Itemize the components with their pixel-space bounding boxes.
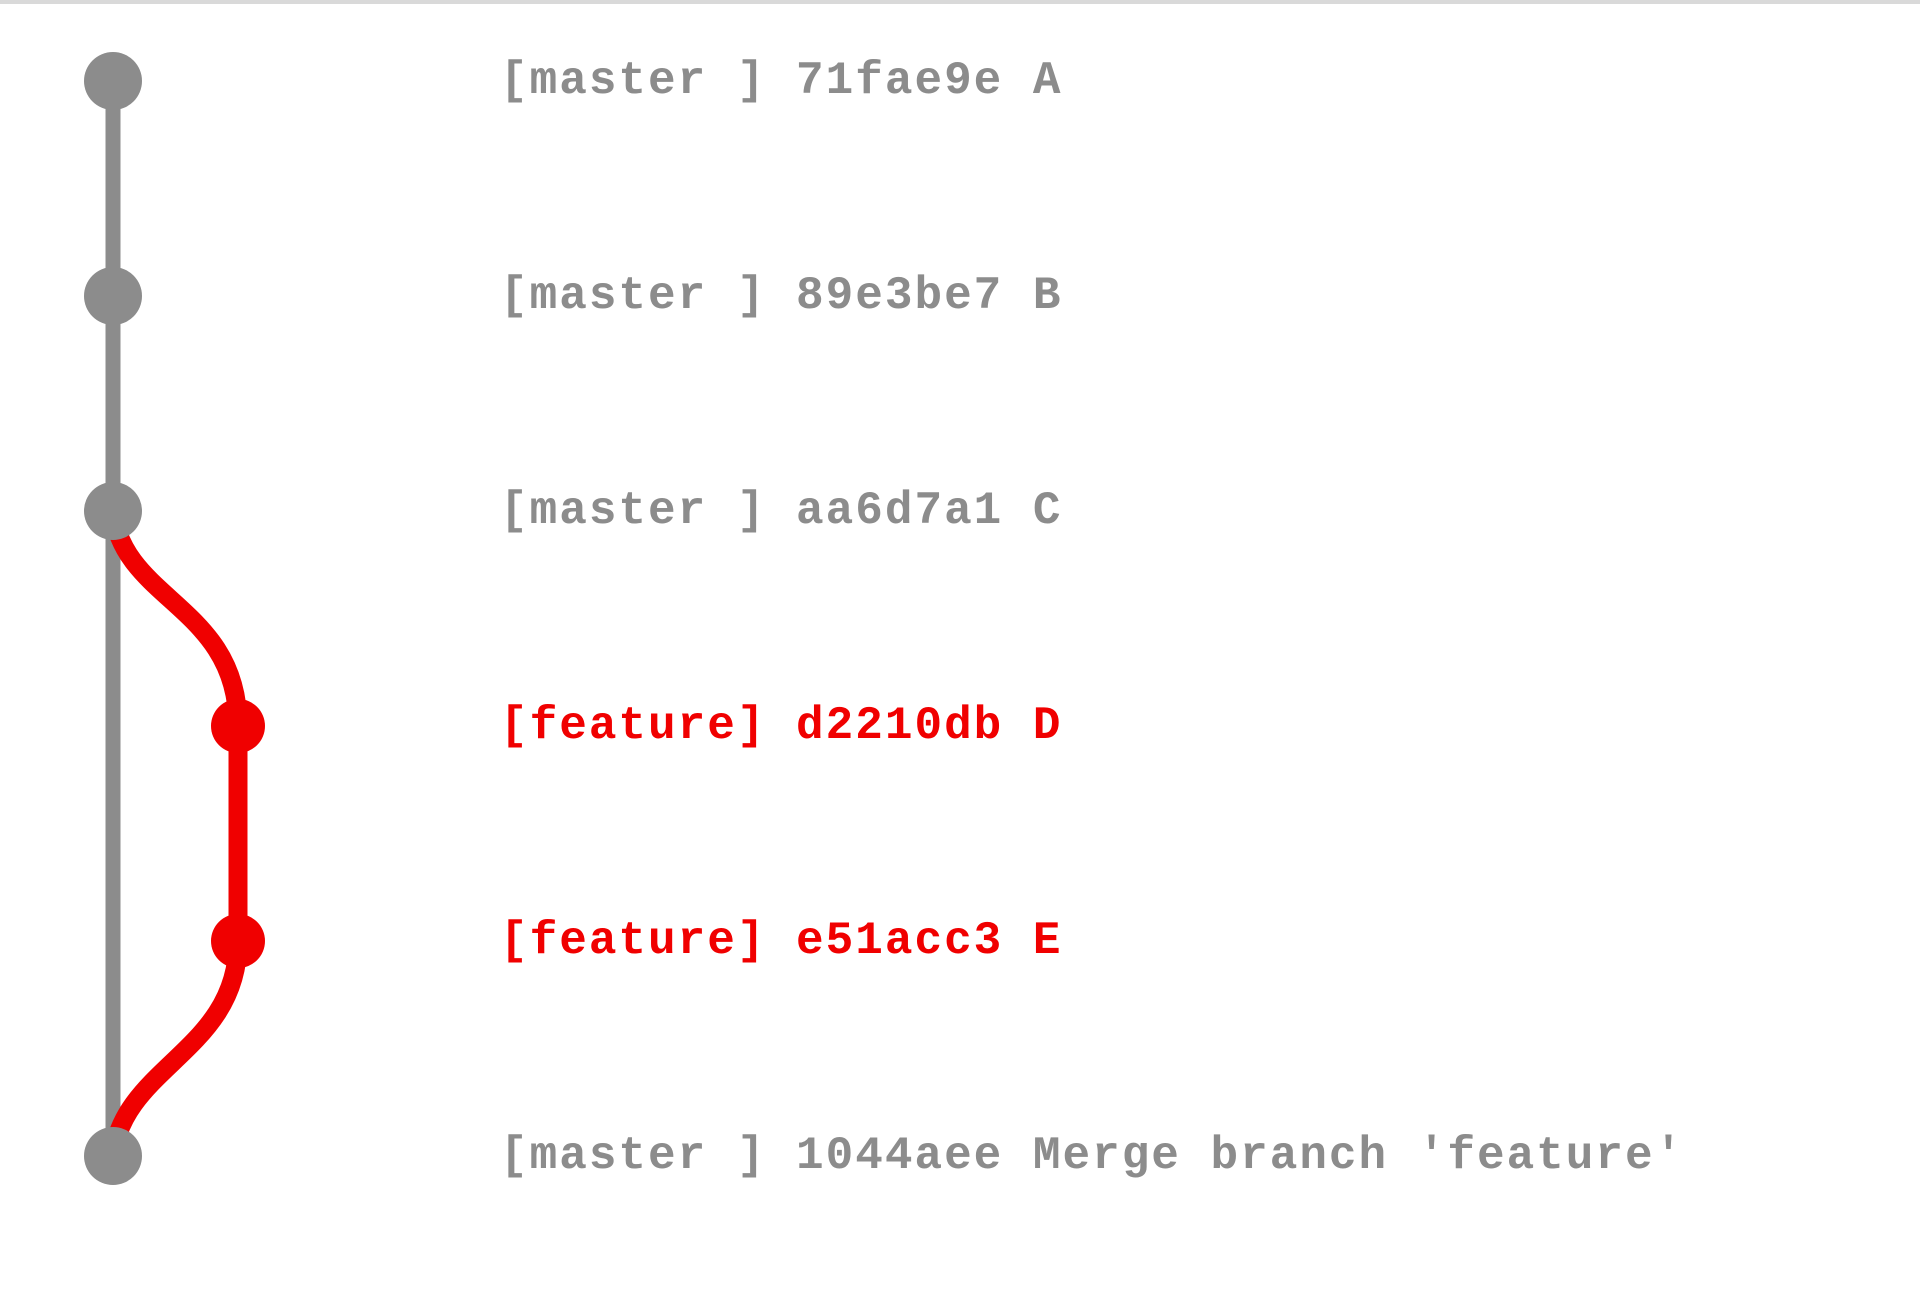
commit-label-c: [master ] aa6d7a1 C xyxy=(500,485,1063,537)
branch-tag: [master ] xyxy=(500,270,796,322)
commit-message: D xyxy=(1033,700,1063,752)
commit-label-a: [master ] 71fae9e A xyxy=(500,55,1063,107)
commit-message: E xyxy=(1033,915,1063,967)
commit-hash: d2210db xyxy=(796,700,1003,752)
git-graph-svg xyxy=(0,0,1920,1292)
branch-tag: [master ] xyxy=(500,1130,796,1182)
commit-message: C xyxy=(1033,485,1063,537)
commit-node-m xyxy=(84,1127,142,1185)
commit-label-m: [master ] 1044aee Merge branch 'feature' xyxy=(500,1130,1684,1182)
commit-message: Merge branch 'feature' xyxy=(1033,1130,1684,1182)
commit-node-b xyxy=(84,267,142,325)
branch-tag: [master ] xyxy=(500,485,796,537)
commit-hash: 1044aee xyxy=(796,1130,1003,1182)
git-graph-diagram: [master ] 71fae9e A[master ] 89e3be7 B[m… xyxy=(0,0,1920,1292)
commit-hash: 71fae9e xyxy=(796,55,1003,107)
commit-node-a xyxy=(84,52,142,110)
branch-tag: [feature] xyxy=(500,700,796,752)
commit-message: A xyxy=(1033,55,1063,107)
branch-tag: [master ] xyxy=(500,55,796,107)
commit-node-d xyxy=(211,699,265,753)
commit-hash: aa6d7a1 xyxy=(796,485,1003,537)
commit-label-e: [feature] e51acc3 E xyxy=(500,915,1063,967)
branch-tag: [feature] xyxy=(500,915,796,967)
commit-hash: e51acc3 xyxy=(796,915,1003,967)
commit-node-c xyxy=(84,482,142,540)
commit-label-d: [feature] d2210db D xyxy=(500,700,1063,752)
commit-label-b: [master ] 89e3be7 B xyxy=(500,270,1063,322)
commit-hash: 89e3be7 xyxy=(796,270,1003,322)
commit-node-e xyxy=(211,914,265,968)
commit-message: B xyxy=(1033,270,1063,322)
feature-branch-path xyxy=(113,511,238,1156)
